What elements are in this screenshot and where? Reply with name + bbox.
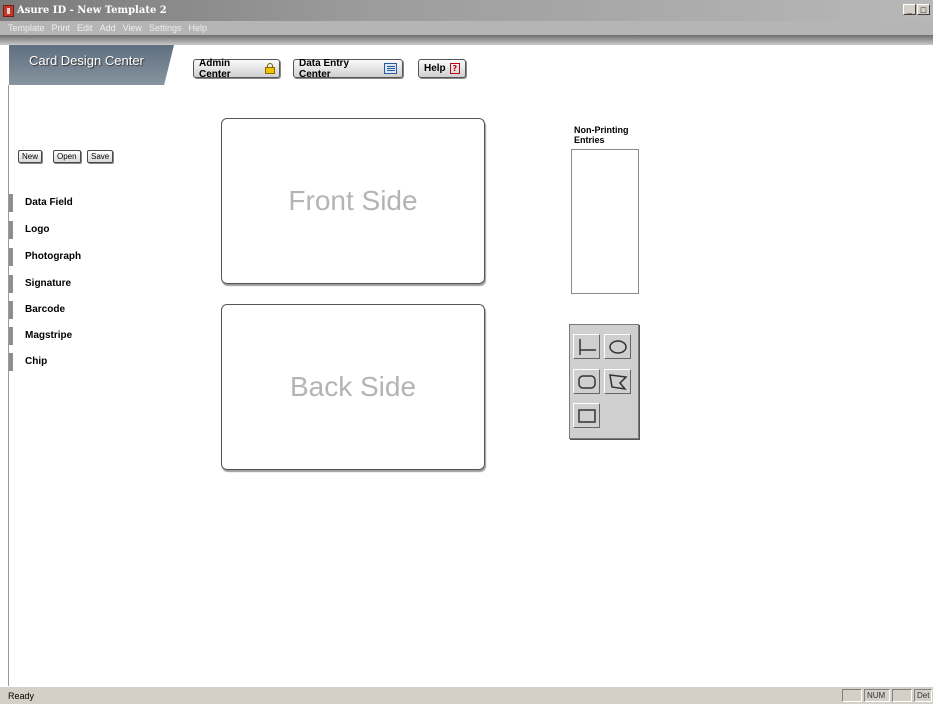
window-title: Asure ID - New Template 2 <box>17 5 167 16</box>
open-button[interactable]: Open <box>53 150 81 163</box>
sidebar-item-barcode[interactable]: Barcode <box>9 301 159 319</box>
title-bar: Asure ID - New Template 2 _ □ <box>0 0 933 21</box>
sidebar-item-photograph[interactable]: Photograph <box>9 248 159 266</box>
header-banner <box>0 35 933 45</box>
admin-center-button[interactable]: Admin Center <box>193 57 280 80</box>
non-printing-entries-list[interactable] <box>571 149 639 294</box>
menu-view[interactable]: View <box>123 23 142 33</box>
help-icon: ? <box>449 63 460 74</box>
data-entry-center-button[interactable]: Data Entry Center <box>293 57 403 80</box>
new-button[interactable]: New <box>18 150 43 163</box>
non-printing-entries-label: Non-Printing Entries <box>574 125 629 145</box>
page-title: Card Design Center <box>9 45 174 85</box>
line-tool-icon[interactable] <box>573 334 600 359</box>
menu-add[interactable]: Add <box>100 23 116 33</box>
status-num: NUM <box>864 689 890 702</box>
rectangle-tool-icon[interactable] <box>573 403 600 428</box>
rounded-rectangle-tool-icon[interactable] <box>573 369 600 394</box>
front-side-label: Front Side <box>288 185 418 216</box>
front-side-card[interactable]: Front Side <box>221 118 485 284</box>
status-cell-blank <box>842 689 862 702</box>
restore-icon[interactable]: □ <box>917 4 930 15</box>
sidebar-item-logo[interactable]: Logo <box>9 221 159 239</box>
back-side-label: Back Side <box>289 371 417 402</box>
left-divider <box>8 85 9 687</box>
status-ovr: Det <box>914 689 932 702</box>
sidebar-item-magstripe[interactable]: Magstripe <box>9 327 159 345</box>
non-printing-label-line1: Non-Printing <box>574 125 629 135</box>
admin-center-label: Admin Center <box>199 57 231 80</box>
status-bar: Ready NUM Det <box>0 686 933 704</box>
menu-help[interactable]: Help <box>188 23 207 33</box>
window-controls: _ □ <box>903 4 930 15</box>
sidebar-item-data-field[interactable]: Data Field <box>9 194 159 212</box>
help-button[interactable]: Help ? <box>418 59 466 78</box>
sidebar-item-signature[interactable]: Signature <box>9 275 159 293</box>
menu-edit[interactable]: Edit <box>77 23 93 33</box>
back-side-card[interactable]: Back Side <box>221 304 485 470</box>
help-label: Help <box>424 63 446 74</box>
ellipse-tool-icon[interactable] <box>604 334 631 359</box>
data-entry-center-label: Data Entry Center <box>299 57 350 80</box>
polygon-tool-icon[interactable] <box>604 369 631 394</box>
status-text: Ready <box>8 691 35 701</box>
form-icon <box>383 63 397 74</box>
menu-settings[interactable]: Settings <box>149 23 182 33</box>
menu-print[interactable]: Print <box>52 23 71 33</box>
sidebar-item-chip[interactable]: Chip <box>9 353 159 371</box>
menu-bar: Template Print Edit Add View Settings He… <box>0 21 933 35</box>
status-cell-blank-2 <box>892 689 912 702</box>
minimize-icon[interactable]: _ <box>903 4 916 15</box>
save-button[interactable]: Save <box>87 150 114 163</box>
lock-icon <box>264 63 276 74</box>
app-icon <box>3 4 14 17</box>
drawing-tool-palette <box>569 324 639 439</box>
non-printing-label-line2: Entries <box>574 135 605 145</box>
menu-template[interactable]: Template <box>8 23 45 33</box>
